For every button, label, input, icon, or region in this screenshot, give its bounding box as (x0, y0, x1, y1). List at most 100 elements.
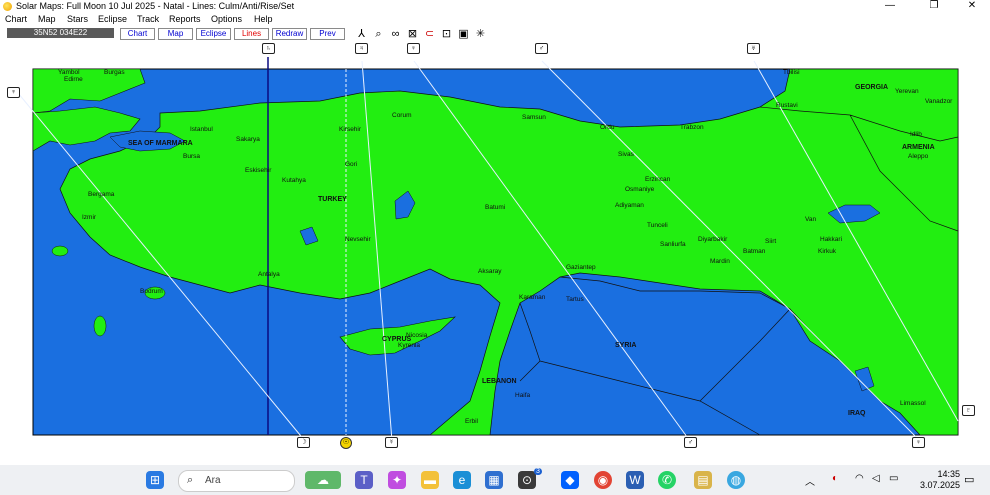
solar-app-icon[interactable]: ◍ (727, 471, 745, 489)
city-haifa: Erbil (465, 418, 479, 425)
city-trabzon: Trabzon (680, 124, 704, 131)
network-icon[interactable]: ◐ (832, 473, 838, 484)
compass-icon[interactable]: ⅄ (354, 27, 369, 41)
volume-icon[interactable]: ◁ (872, 473, 880, 484)
city-samsun: Samsun (522, 114, 546, 121)
city-ordu: Ordu (600, 124, 615, 131)
globe-arrow-icon[interactable]: ⊡ (439, 27, 454, 41)
city-malatya: Tunceli (647, 222, 668, 229)
city-burgas: Burgas (104, 69, 125, 76)
city-istanbul: Istanbul (190, 126, 213, 133)
city-kirikkale: Kirsehir (339, 126, 362, 133)
file-explorer-icon[interactable]: ▬ (421, 471, 439, 489)
label-lebanon: LEBANON (482, 378, 517, 385)
city-edirne: Edirne (64, 76, 83, 83)
city-tunceli: Osmaniye (625, 186, 655, 193)
menu-chart[interactable]: Chart (5, 14, 27, 24)
menu-bar: Chart Map Stars Eclipse Track Reports Op… (0, 13, 990, 26)
city-famagusta: Nicosia (406, 332, 428, 339)
mars-marker-bottom[interactable]: ♂ (684, 437, 697, 448)
solar-maps-icon[interactable]: ⊙ (518, 471, 536, 489)
city-yozgat: Gori (345, 161, 357, 168)
maximize-button[interactable]: ❐ (914, 0, 954, 13)
city-hatay: Karaman (519, 294, 546, 301)
label-iraq: IRAQ (848, 410, 866, 417)
chart-button[interactable]: Chart (120, 28, 155, 40)
uranus-marker-top[interactable]: ♅ (747, 43, 760, 54)
magnet-icon[interactable]: ⊂ (422, 27, 437, 41)
chrome-icon[interactable]: ◉ (594, 471, 612, 489)
city-adana: Aksaray (478, 268, 502, 275)
city-kutahya: Kutahya (282, 177, 306, 184)
city-diyarbakir: Diyarbakir (698, 236, 728, 243)
clock-date: 3.07.2025 (919, 480, 960, 490)
copilot-icon[interactable]: ✦ (388, 471, 406, 489)
venus-marker-top[interactable]: ♀ (407, 43, 420, 54)
wifi-icon[interactable]: ◠ (855, 473, 864, 484)
dropbox-icon[interactable]: ◆ (561, 471, 579, 489)
taskbar-clock[interactable]: 14:35 3.07.2025 (920, 469, 960, 491)
whatsapp-icon[interactable]: ✆ (658, 471, 676, 489)
saturn-marker-top[interactable]: ♄ (262, 43, 275, 54)
label-syria: SYRIA (615, 342, 636, 349)
map-button[interactable]: Map (158, 28, 193, 40)
mars-marker-top[interactable]: ♂ (535, 43, 548, 54)
venus-marker-bottom[interactable]: ♀ (912, 437, 925, 448)
mercury-marker-bottom[interactable]: ☿ (385, 437, 398, 448)
windows-taskbar: ⊞ ⌕ Ara ☁ T ✦ ▬ e ▦ ⊙ 3 ◆ ◉ W ✆ ▤ ◍ ︿ ◐ … (0, 465, 990, 495)
word-icon[interactable]: W (626, 471, 644, 489)
widgets-icon[interactable]: ☁ (305, 471, 341, 489)
menu-stars[interactable]: Stars (67, 14, 88, 24)
grid-cross-icon[interactable]: ⊠ (405, 27, 420, 41)
notification-icon[interactable]: ▭ (964, 473, 974, 486)
store-icon[interactable]: ▦ (485, 471, 503, 489)
save-icon[interactable]: ▣ (456, 27, 471, 41)
city-bursa: Bursa (183, 153, 200, 160)
close-button[interactable]: ✕ (952, 0, 990, 13)
toolbar: 35N52 034E22 Chart Map Eclipse Lines Red… (0, 27, 990, 41)
minimize-button[interactable]: — (870, 0, 910, 13)
zoom-icon[interactable]: ⌕ (371, 27, 386, 41)
city-tbilisi: Vanadzor (925, 98, 953, 105)
pluto-marker-right[interactable]: ♇ (962, 405, 975, 416)
asterisk-icon[interactable]: ✳ (473, 27, 488, 41)
clock-time: 14:35 (937, 469, 960, 479)
city-konya: Nevsehir (345, 236, 371, 243)
edge-icon[interactable]: e (453, 471, 471, 489)
label-armenia: ARMENIA (902, 144, 935, 151)
city-batumi: Rustavi (776, 102, 798, 109)
prev-button[interactable]: Prev (310, 28, 345, 40)
explorer-window-icon[interactable]: ▤ (694, 471, 712, 489)
map-canvas[interactable]: TURKEY GEORGIA ARMENIA SYRIA LEBANON IRA… (0, 41, 990, 465)
menu-help[interactable]: Help (254, 14, 273, 24)
taskbar-search[interactable]: ⌕ Ara (178, 470, 295, 492)
redraw-button[interactable]: Redraw (272, 28, 307, 40)
map-area[interactable]: TURKEY GEORGIA ARMENIA SYRIA LEBANON IRA… (0, 41, 990, 465)
binoculars-icon[interactable]: ∞ (388, 27, 403, 41)
crete-islet (93, 315, 107, 337)
city-sivas: Sivas (618, 151, 635, 158)
label-turkey: TURKEY (318, 196, 347, 203)
teams-icon[interactable]: T (355, 471, 373, 489)
city-limassol: Kyrenia (398, 342, 420, 349)
city-vanadzor: Idlib (910, 131, 922, 138)
chevron-up-icon[interactable]: ︿ (805, 473, 815, 488)
eclipse-button[interactable]: Eclipse (196, 28, 231, 40)
search-placeholder: Ara (205, 475, 221, 486)
windows-start-icon[interactable]: ⊞ (146, 471, 164, 489)
city-mosul: Kirkuk (818, 248, 837, 255)
moon-marker-bottom[interactable]: ☽ (297, 437, 310, 448)
neptune-marker-left[interactable]: ♆ (7, 87, 20, 98)
battery-icon[interactable]: ▭ (889, 473, 898, 484)
lines-button[interactable]: Lines (234, 28, 269, 40)
jupiter-marker-top[interactable]: ♃ (355, 43, 368, 54)
menu-reports[interactable]: Reports (169, 14, 201, 24)
menu-eclipse[interactable]: Eclipse (98, 14, 127, 24)
menu-track[interactable]: Track (137, 14, 159, 24)
search-icon: ⌕ (187, 474, 194, 486)
menu-map[interactable]: Map (38, 14, 56, 24)
menu-options[interactable]: Options (211, 14, 242, 24)
solar-maps-app-icon (3, 2, 12, 11)
sun-marker-bottom[interactable]: ☉ (340, 437, 352, 449)
city-zugdidi: Tbilisi (783, 69, 800, 76)
